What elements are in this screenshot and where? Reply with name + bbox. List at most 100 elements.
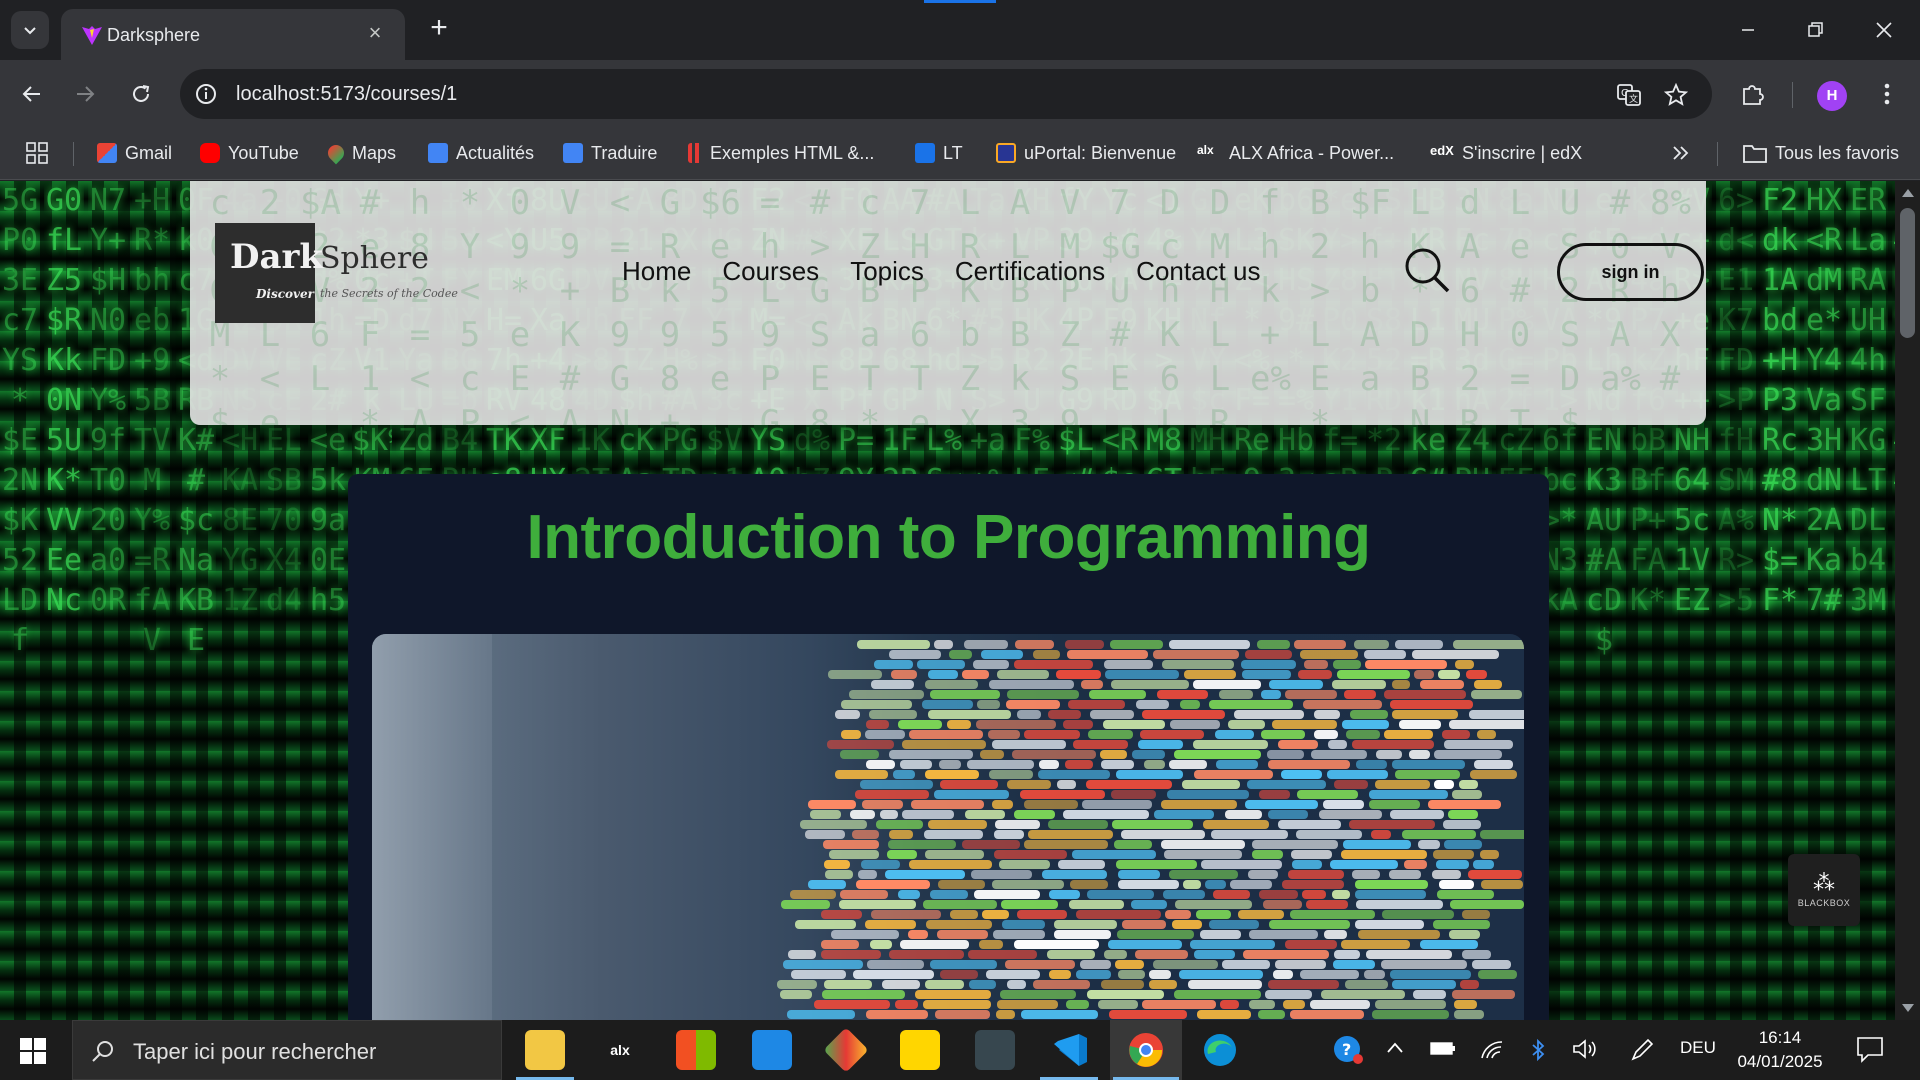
file-explorer-icon[interactable] [525,1030,565,1070]
close-window-button[interactable] [1864,12,1904,48]
bluetooth-icon[interactable] [1530,1038,1546,1067]
code-line-mark [840,750,879,759]
code-line-mark [1172,920,1202,929]
blackbox-widget[interactable]: ⁂ BLACKBOX [1788,854,1860,926]
code-line-mark [1182,780,1240,789]
code-line-mark [1333,960,1375,969]
address-bar[interactable]: localhost:5173/courses/1 G文 [180,69,1712,119]
chrome-icon[interactable] [1126,1030,1166,1070]
tab-search-button[interactable] [11,11,49,49]
code-line-mark [1153,650,1239,659]
code-line-mark [889,830,913,839]
edge-icon[interactable] [1200,1030,1240,1070]
nav-contact-us[interactable]: Contact us [1136,256,1260,287]
code-line-mark [1188,980,1262,989]
scroll-down-arrow[interactable] [1902,1004,1914,1012]
forward-button[interactable] [66,75,104,113]
code-line-mark [1163,890,1205,899]
bookmark-alx-africa[interactable]: alx ALX Africa - Power... [1197,140,1394,166]
all-bookmarks-button[interactable]: Tous les favoris [1743,140,1899,166]
code-line-mark [996,1010,1015,1019]
code-line-mark [1449,930,1480,939]
code-line-mark [1356,760,1387,769]
wifi-icon[interactable] [1480,1038,1504,1065]
alx-app-icon[interactable]: alx [600,1030,640,1070]
code-line-mark [1007,980,1026,989]
code-line-mark [1054,920,1117,929]
pen-icon[interactable] [1630,1038,1654,1067]
code-line-mark [923,900,997,909]
colorful-app-icon[interactable] [823,1027,869,1073]
battery-icon[interactable] [1430,1038,1456,1063]
chrome-menu-button[interactable] [1868,75,1906,113]
code-line-mark [1269,920,1350,929]
code-line-mark [1122,920,1166,929]
code-line-mark [1474,760,1513,769]
input-language[interactable]: DEU [1680,1038,1716,1058]
bookmark-uportal[interactable]: uPortal: Bienvenue [996,140,1176,166]
tab-darksphere[interactable]: Darksphere × [61,9,405,60]
bookmark-edx[interactable]: edX S'inscrire | edX [1430,140,1582,166]
minimize-button[interactable] [1728,12,1768,48]
system-clock[interactable]: 16:14 04/01/2025 [1730,1026,1830,1074]
new-tab-button[interactable]: + [424,13,454,44]
code-line-mark [1140,730,1204,739]
bookmark-gmail[interactable]: Gmail [97,140,172,166]
code-line-mark [1302,890,1326,899]
back-button[interactable] [13,75,51,113]
translate-icon[interactable]: G文 [1615,81,1643,109]
profile-avatar[interactable]: H [1817,81,1847,111]
code-line-mark [871,680,914,689]
code-line-mark [852,830,879,839]
toolbar-divider [1792,82,1793,108]
help-icon[interactable]: ? [1332,1034,1364,1071]
code-line-mark [1285,690,1337,699]
bookmark-lt[interactable]: LT [915,140,963,166]
bookmark-exemples-html[interactable]: Exemples HTML &... [688,140,874,166]
bookmark-star-icon[interactable] [1662,81,1690,109]
taskbar-search-box[interactable]: Taper ici pour rechercher [72,1020,502,1080]
nav-topics[interactable]: Topics [850,256,924,287]
bookmark-maps[interactable]: Maps [324,140,396,166]
code-line-mark [909,860,992,869]
reload-button[interactable] [122,75,160,113]
vscode-icon[interactable] [1050,1030,1090,1070]
more-bookmarks-button[interactable] [1672,140,1690,166]
extensions-button[interactable] [1734,75,1772,113]
bookmark-traduire[interactable]: Traduire [563,140,657,166]
notifications-icon[interactable] [1855,1034,1885,1069]
site-info-icon[interactable] [194,82,218,106]
bookmark-youtube[interactable]: YouTube [200,140,299,166]
code-line-mark [1290,1010,1364,1019]
nav-courses[interactable]: Courses [722,256,819,287]
tab-close-icon[interactable]: × [363,21,387,45]
code-line-mark [1215,730,1254,739]
code-line-mark [1006,700,1060,709]
apps-button[interactable] [26,140,48,166]
sign-in-button[interactable]: sign in [1557,243,1704,301]
page-scrollbar[interactable] [1895,181,1920,1020]
code-line-mark [889,650,941,659]
volume-icon[interactable] [1572,1038,1598,1065]
microsoft-store-icon[interactable] [676,1030,716,1070]
scroll-up-arrow[interactable] [1902,189,1914,197]
nav-certifications[interactable]: Certifications [955,256,1105,287]
maps-pin-icon [324,141,348,165]
wing-app-icon[interactable] [975,1030,1015,1070]
sticky-notes-icon[interactable] [900,1030,940,1070]
site-search-button[interactable] [1402,245,1452,295]
code-line-mark [1080,960,1111,969]
header-matrix-column: ALBBk3 [1009,183,1031,425]
code-line-mark [926,920,992,929]
restore-button[interactable] [1796,12,1836,48]
course-card: Introduction to Programming [348,474,1549,1020]
scroll-thumb[interactable] [1900,208,1915,338]
header-matrix-column: VMPZS9 [1059,183,1081,425]
chevron-up-icon[interactable] [1385,1038,1405,1063]
code-line-mark [1375,1000,1446,1009]
start-button[interactable] [20,1038,46,1064]
bookmark-actualites[interactable]: Actualités [428,140,534,166]
code-line-mark [1118,970,1145,979]
nav-home[interactable]: Home [622,256,691,287]
window-app-icon[interactable] [752,1030,792,1070]
